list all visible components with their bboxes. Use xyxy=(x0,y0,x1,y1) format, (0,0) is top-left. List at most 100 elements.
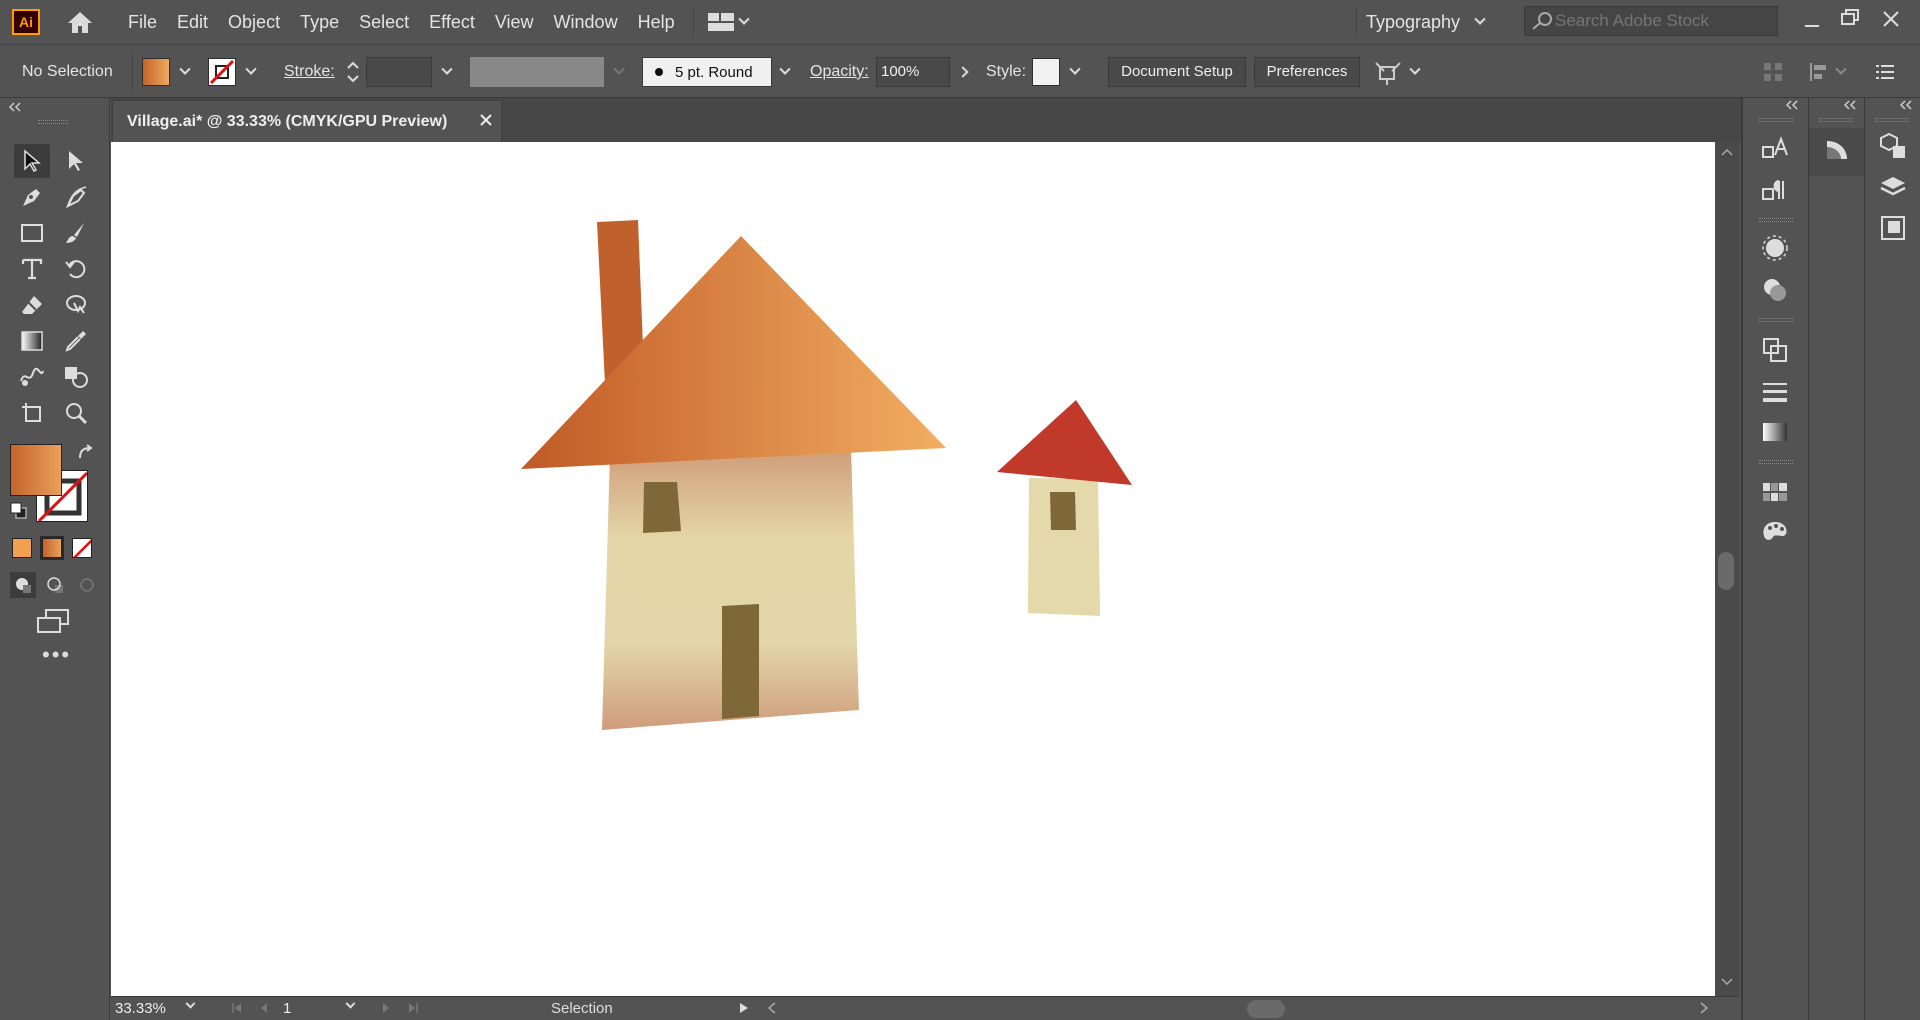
menu-help[interactable]: Help xyxy=(628,0,685,44)
restore-window-button[interactable] xyxy=(1840,8,1864,32)
minimize-window-button[interactable] xyxy=(1800,10,1824,34)
pen-tool-icon[interactable] xyxy=(14,180,50,214)
eraser-tool-icon[interactable] xyxy=(14,288,50,322)
screen-mode-icon[interactable] xyxy=(36,608,70,634)
preferences-button[interactable]: Preferences xyxy=(1254,57,1360,87)
panel-grip[interactable] xyxy=(1759,218,1793,222)
menu-file[interactable]: File xyxy=(118,0,167,44)
scroll-right-icon[interactable] xyxy=(1699,1002,1709,1014)
quick-actions-dropdown[interactable] xyxy=(1404,57,1426,87)
big-house-roof[interactable] xyxy=(521,236,946,469)
search-stock-field[interactable] xyxy=(1524,6,1778,36)
collapse-left-panel-icon[interactable] xyxy=(8,102,22,112)
zoom-tool-icon[interactable] xyxy=(58,396,94,430)
small-house-roof[interactable] xyxy=(997,400,1132,485)
artboard-nav-next[interactable] xyxy=(381,1002,419,1014)
transform-icon[interactable] xyxy=(1759,334,1791,366)
color-mode-icon[interactable] xyxy=(12,538,32,558)
zoom-dropdown[interactable] xyxy=(185,998,196,1010)
panel-grip[interactable] xyxy=(1819,118,1853,122)
arrange-documents-icon[interactable] xyxy=(707,13,750,31)
graphic-styles-icon[interactable] xyxy=(1759,274,1791,306)
align-options-icon[interactable] xyxy=(1808,61,1830,83)
gradient-mode-icon[interactable] xyxy=(40,536,64,560)
quick-actions-icon[interactable] xyxy=(1374,59,1404,87)
collapse-dock-icon[interactable] xyxy=(1843,100,1857,110)
more-tools-icon[interactable]: ••• xyxy=(42,644,71,666)
curvature-tool-icon[interactable] xyxy=(58,180,94,214)
panel-menu-icon[interactable] xyxy=(1874,61,1896,83)
shape-builder-tool-icon[interactable] xyxy=(58,360,94,394)
eyedropper-tool-icon[interactable] xyxy=(58,324,94,358)
brush-dropdown[interactable] xyxy=(774,57,796,87)
warp-tool-icon[interactable] xyxy=(58,288,94,322)
zoom-level[interactable]: 33.33% xyxy=(115,999,185,1019)
opacity-input[interactable]: 100% xyxy=(876,57,950,87)
close-window-button[interactable] xyxy=(1880,8,1904,32)
gradient-tool-icon[interactable] xyxy=(14,324,50,358)
menu-edit[interactable]: Edit xyxy=(167,0,218,44)
paragraph-styles-icon[interactable] xyxy=(1759,174,1791,206)
collapse-dock-icon[interactable] xyxy=(1899,100,1913,110)
vertical-scrollbar[interactable] xyxy=(1715,142,1739,996)
paintbrush-tool-icon[interactable] xyxy=(58,216,94,250)
opacity-label[interactable]: Opacity: xyxy=(810,45,869,99)
small-house-window[interactable] xyxy=(1050,492,1076,530)
document-setup-button[interactable]: Document Setup xyxy=(1108,57,1246,87)
stroke-label[interactable]: Stroke: xyxy=(284,45,335,99)
menu-window[interactable]: Window xyxy=(544,0,628,44)
panel-grip[interactable] xyxy=(38,120,68,124)
swatches-icon[interactable] xyxy=(1759,476,1791,508)
stroke-weight-dropdown[interactable] xyxy=(436,57,458,87)
default-fill-stroke-icon[interactable] xyxy=(10,502,28,520)
graphic-style-swatch[interactable] xyxy=(1032,58,1060,86)
rectangle-tool-icon[interactable] xyxy=(14,216,50,250)
selection-tool-icon[interactable] xyxy=(14,144,50,178)
artboard-dropdown[interactable] xyxy=(345,998,356,1010)
swap-fill-stroke-icon[interactable] xyxy=(76,444,94,462)
draw-inside-icon[interactable] xyxy=(74,572,100,598)
stroke-swatch[interactable] xyxy=(208,58,236,86)
align-options-dropdown[interactable] xyxy=(1830,57,1852,87)
search-input[interactable] xyxy=(1555,11,1765,31)
libraries-icon[interactable] xyxy=(1877,130,1909,162)
big-house-window[interactable] xyxy=(643,482,681,533)
layers-icon[interactable] xyxy=(1877,172,1909,204)
rotate-tool-icon[interactable] xyxy=(58,252,94,286)
stroke-panel-icon[interactable] xyxy=(1759,376,1791,408)
blend-tool-icon[interactable] xyxy=(14,360,50,394)
panel-grip[interactable] xyxy=(1759,460,1793,464)
transparency-icon[interactable] xyxy=(1821,134,1853,166)
workspace-switcher[interactable]: Typography xyxy=(1366,0,1486,44)
artboards-panel-icon[interactable] xyxy=(1877,212,1909,244)
draw-behind-icon[interactable] xyxy=(42,572,68,598)
style-dropdown[interactable] xyxy=(1064,57,1086,87)
character-styles-icon[interactable] xyxy=(1759,132,1791,164)
close-tab-icon[interactable] xyxy=(479,113,493,127)
big-house-door[interactable] xyxy=(722,604,759,719)
menu-type[interactable]: Type xyxy=(290,0,349,44)
brush-definition[interactable]: 5 pt. Round xyxy=(642,57,772,87)
menu-effect[interactable]: Effect xyxy=(419,0,485,44)
scroll-left-icon[interactable] xyxy=(767,1002,777,1014)
collapse-dock-icon[interactable] xyxy=(1785,100,1799,110)
menu-select[interactable]: Select xyxy=(349,0,419,44)
menu-object[interactable]: Object xyxy=(218,0,290,44)
menu-view[interactable]: View xyxy=(485,0,544,44)
fill-swatch[interactable] xyxy=(142,58,170,86)
opacity-arrow[interactable] xyxy=(952,57,974,87)
fill-dropdown[interactable] xyxy=(174,57,196,87)
stroke-swatch-dropdown[interactable] xyxy=(240,57,262,87)
type-tool-icon[interactable] xyxy=(14,252,50,286)
horizontal-scroll-thumb[interactable] xyxy=(1247,1000,1285,1018)
document-tab[interactable]: Village.ai* @ 33.33% (CMYK/GPU Preview) xyxy=(112,100,502,142)
align-grid-icon[interactable] xyxy=(1762,61,1784,83)
artboard-canvas[interactable] xyxy=(111,142,1715,996)
artboard-number[interactable]: 1 xyxy=(283,999,333,1019)
color-palette-icon[interactable] xyxy=(1759,516,1791,548)
home-icon[interactable] xyxy=(60,2,100,42)
artboard-nav-prev[interactable] xyxy=(231,1002,269,1014)
direct-selection-tool-icon[interactable] xyxy=(58,144,94,178)
variable-width-profile[interactable] xyxy=(470,57,604,87)
stroke-weight-stepper[interactable] xyxy=(342,57,364,87)
